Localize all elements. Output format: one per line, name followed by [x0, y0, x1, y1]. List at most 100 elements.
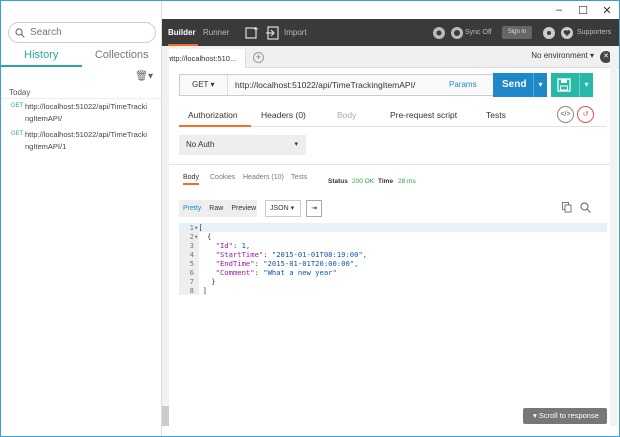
tab-history[interactable]: History	[1, 47, 82, 67]
json-key: "Comment"	[215, 268, 255, 277]
history-item[interactable]: GET http://localhost:51022/api/TimeTrack…	[1, 101, 161, 125]
status-label-text: Status	[328, 178, 348, 185]
search-box[interactable]	[8, 22, 156, 43]
history-item[interactable]: GET http://localhost:51022/api/TimeTrack…	[1, 129, 161, 153]
add-tab-button[interactable]: +	[253, 52, 264, 63]
tab-collections[interactable]: Collections	[82, 47, 163, 67]
reset-icon[interactable]: ↺	[577, 106, 594, 123]
tab-response-tests[interactable]: Tests	[291, 174, 307, 181]
new-window-icon[interactable]	[245, 26, 259, 40]
code-line: 5 "EndTime": "2015-01-01T20:00:00",	[179, 259, 359, 268]
request-subtabs: Authorization Headers (0) Body Pre-reque…	[179, 103, 607, 127]
line-number: 2	[189, 232, 194, 241]
search-input[interactable]	[30, 27, 150, 38]
maximize-button[interactable]: ☐	[571, 1, 595, 19]
tab-response-cookies[interactable]: Cookies	[210, 174, 235, 181]
chevron-down-icon: ▾	[290, 205, 295, 212]
json-value: 1,	[237, 241, 251, 250]
main-scrollbar[interactable]	[610, 46, 617, 426]
url-input[interactable]: http://localhost:51022/api/TimeTrackingI…	[235, 75, 415, 95]
search-icon	[15, 27, 25, 38]
scroll-to-response-button[interactable]: ▾ Scroll to response	[523, 408, 607, 424]
tab-response-body[interactable]: Body	[183, 174, 199, 185]
auth-type-label: No Auth	[186, 140, 215, 149]
chevron-down-icon: ▾	[210, 80, 215, 89]
tab-body[interactable]: Body	[337, 103, 356, 127]
tab-headers[interactable]: Headers (0)	[261, 103, 306, 127]
import-icon[interactable]	[266, 26, 280, 40]
import-button[interactable]: Import	[284, 19, 307, 46]
request-tab[interactable]: http://localhost:510...	[162, 49, 246, 68]
window-controls: – ☐ ✕	[547, 1, 619, 19]
code-line: 2▾ {	[179, 232, 212, 241]
tab-authorization[interactable]: Authorization	[179, 103, 251, 127]
scroll-to-response-label: Scroll to response	[538, 411, 599, 420]
sidebar-toggle-handle[interactable]	[162, 406, 169, 426]
search-response-icon[interactable]	[580, 202, 591, 213]
preview-button[interactable]: Preview	[227, 200, 260, 217]
sync-status: Sync Off	[465, 29, 492, 36]
json-key: "Id"	[215, 241, 233, 250]
code-line: 7 }	[179, 277, 216, 286]
code-text: [	[198, 223, 203, 232]
tab-pre-request-script[interactable]: Pre-request script	[390, 103, 457, 127]
sync-icon[interactable]	[450, 26, 464, 40]
json-key: "EndTime"	[215, 259, 255, 268]
settings-icon[interactable]	[542, 26, 556, 40]
send-label: Send	[502, 79, 527, 90]
params-button[interactable]: Params	[449, 74, 477, 96]
minimize-button[interactable]: –	[547, 1, 571, 19]
sidebar: History Collections 🗑▾ Today GET http://…	[1, 1, 163, 436]
status-value: 200 OK	[352, 178, 374, 185]
url-bar: GET ▾ http://localhost:51022/api/TimeTra…	[179, 74, 494, 96]
response-type-label: JSON	[270, 205, 289, 212]
chevron-down-icon: ▾	[589, 51, 594, 60]
code-line: 8 ]	[179, 286, 207, 295]
time-label: Time	[378, 178, 393, 185]
heart-icon[interactable]	[560, 26, 574, 40]
copy-icon[interactable]	[562, 202, 572, 213]
postman-window: – ☐ ✕ History Collections 🗑▾ Today GET h…	[0, 0, 620, 437]
environment-select[interactable]: No environment ▾	[531, 51, 594, 60]
environment-label: No environment	[531, 51, 588, 60]
line-number: 1	[189, 223, 194, 232]
status-label: Status	[328, 178, 348, 185]
close-button[interactable]: ✕	[595, 1, 619, 19]
json-key: "StartTime"	[215, 250, 264, 259]
send-options-chevron-icon[interactable]: ▾	[533, 73, 547, 97]
send-button[interactable]: Send ▾	[493, 73, 547, 97]
divider	[162, 164, 611, 165]
save-options-chevron-icon[interactable]: ▾	[579, 73, 593, 97]
builder-tab[interactable]: Builder	[168, 19, 198, 46]
clear-history-icon[interactable]: 🗑▾	[135, 71, 153, 82]
chevron-down-icon: ▾	[533, 411, 537, 420]
history-section-label: Today	[1, 86, 161, 99]
json-value: "2015-01-01T08:19:00",	[267, 250, 368, 259]
code-text: ]	[202, 286, 207, 295]
runner-tab[interactable]: Runner	[203, 19, 229, 46]
history-method: GET	[11, 103, 24, 109]
builder-label: Builder	[168, 28, 196, 37]
response-body-editor[interactable]: 1▾[ 2▾ { 3 "Id": 1, 4 "StartTime": "2015…	[179, 223, 607, 403]
code-icon[interactable]: </>	[557, 106, 574, 123]
line-number: 7	[189, 277, 194, 286]
pretty-button[interactable]: Pretty	[179, 200, 205, 217]
tab-tests[interactable]: Tests	[486, 103, 506, 127]
history-url: http://localhost:51022/api/TimeTrackingI…	[25, 102, 148, 123]
status-value-text: 200 OK	[352, 178, 375, 185]
line-number: 8	[189, 286, 194, 295]
signin-button[interactable]: Sign in	[502, 26, 532, 39]
auth-type-select[interactable]: No Auth ▾	[179, 135, 306, 155]
wrap-lines-icon[interactable]: ⇥	[306, 200, 322, 217]
response-format-buttons: Pretty Raw Preview	[179, 200, 257, 217]
sidebar-resize-bar[interactable]	[162, 46, 169, 426]
save-button[interactable]: ▾	[551, 73, 593, 97]
supporters-link[interactable]: Supporters	[577, 19, 611, 46]
line-number: 6	[189, 268, 194, 277]
tab-response-headers[interactable]: Headers (10)	[243, 174, 284, 181]
interceptor-icon[interactable]	[432, 26, 446, 40]
line-number: 5	[189, 259, 194, 268]
response-type-select[interactable]: JSON ▾	[265, 200, 301, 217]
raw-button[interactable]: Raw	[205, 200, 227, 217]
method-select[interactable]: GET ▾	[180, 75, 228, 95]
